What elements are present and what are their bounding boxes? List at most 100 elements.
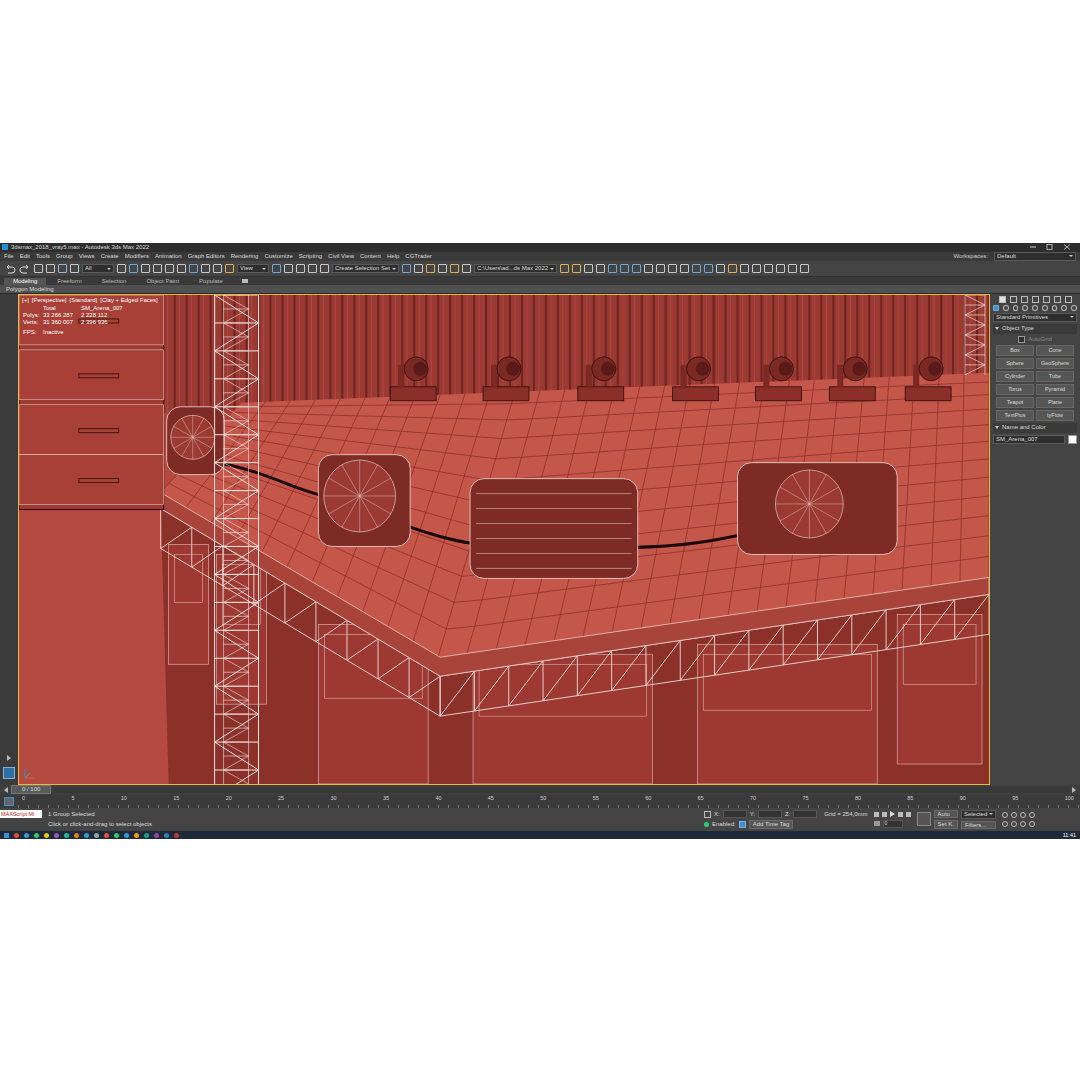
tool-icon[interactable] <box>740 264 749 273</box>
viewport-label[interactable]: [Clay + Edged Faces] <box>100 297 158 304</box>
selection-lock-icon[interactable] <box>704 811 711 818</box>
tool-icon[interactable] <box>668 264 677 273</box>
category-icon[interactable] <box>1022 305 1028 311</box>
viewport-label[interactable]: [Standard] <box>70 297 98 304</box>
playback-icon[interactable] <box>882 812 887 817</box>
tool-icon[interactable] <box>165 264 174 273</box>
tool-icon[interactable] <box>716 264 725 273</box>
panel-tab-icon[interactable] <box>1021 296 1028 303</box>
tool-icon[interactable] <box>752 264 761 273</box>
taskbar-app-icon[interactable] <box>84 833 89 838</box>
current-frame-field[interactable]: 0 <box>883 820 903 828</box>
taskbar-app-icon[interactable] <box>124 833 129 838</box>
taskbar-app-icon[interactable] <box>174 833 179 838</box>
category-icon[interactable] <box>1032 305 1038 311</box>
menu-item[interactable]: Modifiers <box>125 253 149 260</box>
coord-field[interactable] <box>793 810 817 818</box>
time-slider-thumb[interactable]: 0 / 100 <box>11 785 51 794</box>
ribbon-tab[interactable]: Modeling <box>4 278 46 285</box>
tool-icon[interactable] <box>584 264 593 273</box>
menu-item[interactable]: Graph Editors <box>188 253 225 260</box>
tool-icon[interactable] <box>414 264 423 273</box>
menu-item[interactable]: Edit <box>20 253 30 260</box>
maxscript-listener[interactable]: MAXScript Mi <box>0 810 42 818</box>
category-icon[interactable] <box>1061 305 1067 311</box>
navigation-icon[interactable] <box>1002 821 1008 827</box>
menu-item[interactable]: Civil View <box>328 253 354 260</box>
perspective-viewport[interactable]: [+][Perspective][Standard][Clay + Edged … <box>18 294 990 785</box>
primitive-button[interactable]: Cylinder <box>996 371 1034 382</box>
workspaces-dropdown[interactable]: Default <box>994 252 1076 261</box>
tool-icon[interactable] <box>644 264 653 273</box>
taskbar-app-icon[interactable] <box>104 833 109 838</box>
set-key-icon[interactable] <box>917 812 931 826</box>
tool-icon[interactable] <box>308 264 317 273</box>
add-time-tag-button[interactable]: Add Time Tag <box>749 820 794 829</box>
next-frame-icon[interactable] <box>1072 787 1076 793</box>
taskbar-app-icon[interactable] <box>134 833 139 838</box>
ribbon-panel-label[interactable]: Polygon Modeling <box>6 286 54 293</box>
tool-icon[interactable] <box>776 264 785 273</box>
ribbon-tab[interactable]: Object Paint <box>137 278 188 285</box>
menu-item[interactable]: Create <box>101 253 119 260</box>
collapse-caret-icon[interactable] <box>995 327 999 330</box>
primitive-button[interactable]: Cone <box>1036 345 1074 356</box>
ribbon-tab[interactable]: Freeform <box>48 278 90 285</box>
tool-icon[interactable] <box>272 264 281 273</box>
viewport-label[interactable]: [Perspective] <box>32 297 67 304</box>
redo-icon[interactable] <box>19 264 31 274</box>
menu-item[interactable]: File <box>4 253 14 260</box>
tool-icon[interactable] <box>213 264 222 273</box>
menu-item[interactable]: Tools <box>36 253 50 260</box>
taskbar-app-icon[interactable] <box>14 833 19 838</box>
playback-icon[interactable] <box>898 812 903 817</box>
tool-icon[interactable] <box>117 264 126 273</box>
set-key-button[interactable]: Set K. <box>934 820 958 829</box>
category-icon[interactable] <box>1042 305 1048 311</box>
panel-tab-icon[interactable] <box>1054 296 1061 303</box>
menu-item[interactable]: CGTrader <box>405 253 431 260</box>
tool-icon[interactable] <box>632 264 641 273</box>
menu-item[interactable]: Views <box>79 253 95 260</box>
tool-icon[interactable] <box>70 264 79 273</box>
primitive-type-dropdown[interactable]: Standard Primitives <box>993 313 1077 322</box>
curve-editor-icon[interactable] <box>4 797 14 806</box>
key-filters-button[interactable]: Filters... <box>961 821 996 830</box>
ribbon-tab[interactable]: Selection <box>93 278 136 285</box>
tool-icon[interactable] <box>129 264 138 273</box>
tool-icon[interactable] <box>34 264 43 273</box>
primitive-button[interactable]: Sphere <box>996 358 1034 369</box>
tool-icon[interactable] <box>704 264 713 273</box>
auto-key-button[interactable]: Auto <box>934 810 958 819</box>
tool-icon[interactable] <box>296 264 305 273</box>
tool-icon[interactable] <box>572 264 581 273</box>
playback-icon[interactable] <box>890 811 895 817</box>
key-mode-icon[interactable] <box>874 821 880 826</box>
category-icon[interactable] <box>993 305 999 311</box>
tool-icon[interactable] <box>58 264 67 273</box>
primitive-button[interactable]: GeoSphere <box>1036 358 1074 369</box>
menu-item[interactable]: Group <box>56 253 73 260</box>
viewport-label[interactable]: [+] <box>22 297 29 304</box>
tool-icon[interactable] <box>141 264 150 273</box>
tool-icon[interactable] <box>402 264 411 273</box>
primitive-button[interactable]: Teapot <box>996 397 1034 408</box>
taskbar-app-icon[interactable] <box>164 833 169 838</box>
previous-frame-icon[interactable] <box>4 787 8 793</box>
primitive-button[interactable]: Pyramid <box>1036 384 1074 395</box>
navigation-icon[interactable] <box>1029 812 1035 818</box>
category-icon[interactable] <box>1003 305 1009 311</box>
panel-tab-icon[interactable] <box>1043 296 1050 303</box>
start-icon[interactable] <box>4 833 9 838</box>
taskbar-app-icon[interactable] <box>54 833 59 838</box>
primitive-button[interactable]: tyFlow <box>1036 410 1074 421</box>
tool-icon[interactable] <box>608 264 617 273</box>
panel-tab-icon[interactable] <box>1032 296 1039 303</box>
selection-set-dropdown[interactable]: Create Selection Set <box>332 264 399 273</box>
key-filter-dropdown[interactable]: Selected <box>961 810 996 819</box>
panel-tab-icon[interactable] <box>1010 296 1017 303</box>
undo-icon[interactable] <box>4 264 16 274</box>
selection-filter-dropdown[interactable]: All <box>82 264 114 273</box>
tool-icon[interactable] <box>225 264 234 273</box>
tool-icon[interactable] <box>560 264 569 273</box>
